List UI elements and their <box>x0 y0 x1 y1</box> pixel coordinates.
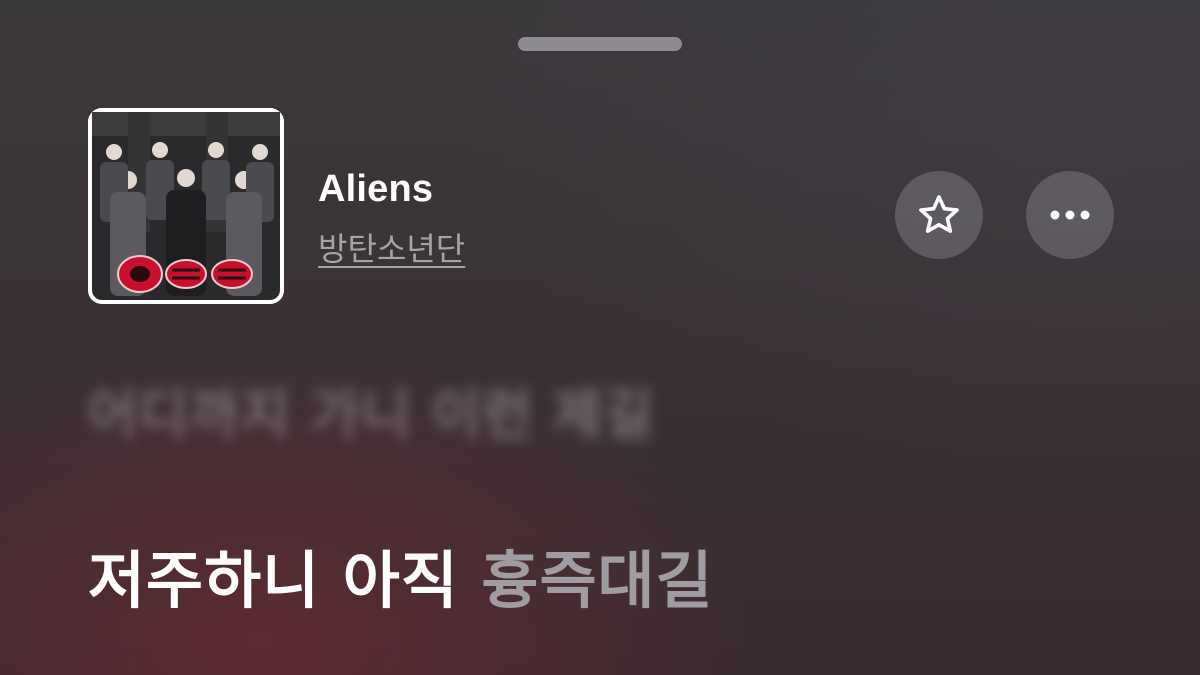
lyric-sung-text: 저주하니 아직 <box>88 544 459 617</box>
ellipsis-icon <box>1050 210 1090 220</box>
artist-link[interactable]: 방탄소년단 <box>318 224 465 270</box>
album-artwork[interactable] <box>88 108 284 304</box>
song-title: Aliens <box>318 168 434 210</box>
lyric-line-current[interactable]: 저주하니 아직 흉즉대길 <box>88 530 714 620</box>
favorite-button[interactable] <box>895 171 983 259</box>
sheet-grabber-handle[interactable] <box>518 37 682 51</box>
album-artwork-image <box>88 108 284 304</box>
more-options-button[interactable] <box>1026 171 1114 259</box>
lyric-line-previous[interactable]: 어디까지 가니 이런 제길 <box>88 370 654 449</box>
lyric-unsung-text: 흉즉대길 <box>481 544 714 617</box>
star-icon <box>919 195 959 233</box>
